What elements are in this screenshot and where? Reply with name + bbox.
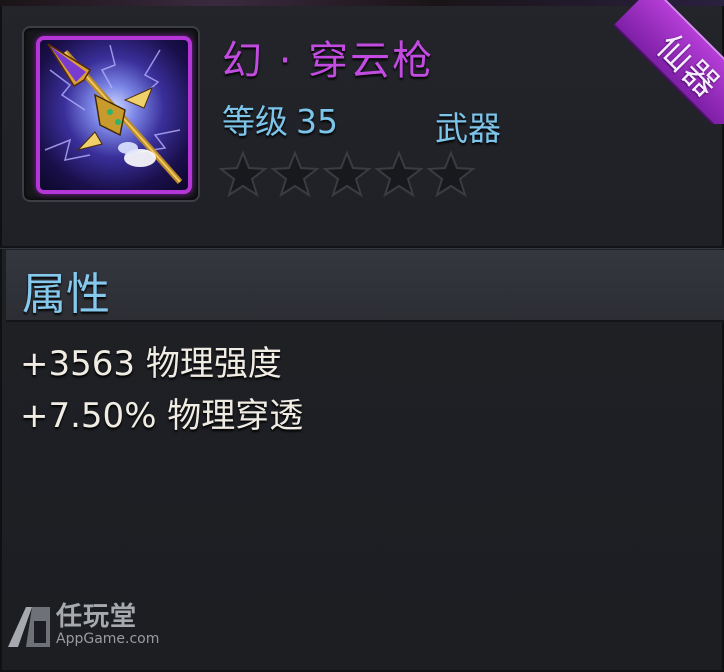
watermark-en: AppGame.com [56, 631, 160, 647]
spear-icon [36, 36, 192, 194]
item-level: 等级 35 [222, 95, 346, 143]
level-label: 等级 [222, 102, 288, 141]
star-icon [218, 150, 268, 198]
star-icon [270, 150, 320, 198]
attributes-header: 属性 [6, 250, 724, 322]
star-rating [218, 150, 476, 198]
rarity-label: 仙器 [648, 26, 724, 106]
rarity-ribbon: 仙器 [613, 0, 724, 124]
attribute-line: +3563 物理强度 [20, 344, 282, 384]
item-type: 武器 [435, 109, 501, 148]
appgame-logo-icon [8, 607, 50, 647]
level-value: 35 [296, 102, 338, 141]
attributes-title: 属性 [22, 269, 110, 320]
rarity-badge: 仙器 [600, 0, 724, 124]
attribute-line: +7.50% 物理穿透 [20, 396, 304, 436]
item-tooltip-panel: 幻 · 穿云枪 等级 35 武器 仙器 属性 +3563 物理强度 +7.50% … [0, 0, 724, 672]
watermark: 任玩堂 AppGame.com [6, 603, 159, 649]
watermark-cn: 任玩堂 [56, 602, 138, 632]
item-name: 幻 · 穿云枪 [222, 38, 435, 84]
star-icon [374, 150, 424, 198]
item-icon-frame [22, 26, 200, 202]
star-icon [322, 150, 372, 198]
star-icon [426, 150, 476, 198]
divider [0, 246, 724, 248]
